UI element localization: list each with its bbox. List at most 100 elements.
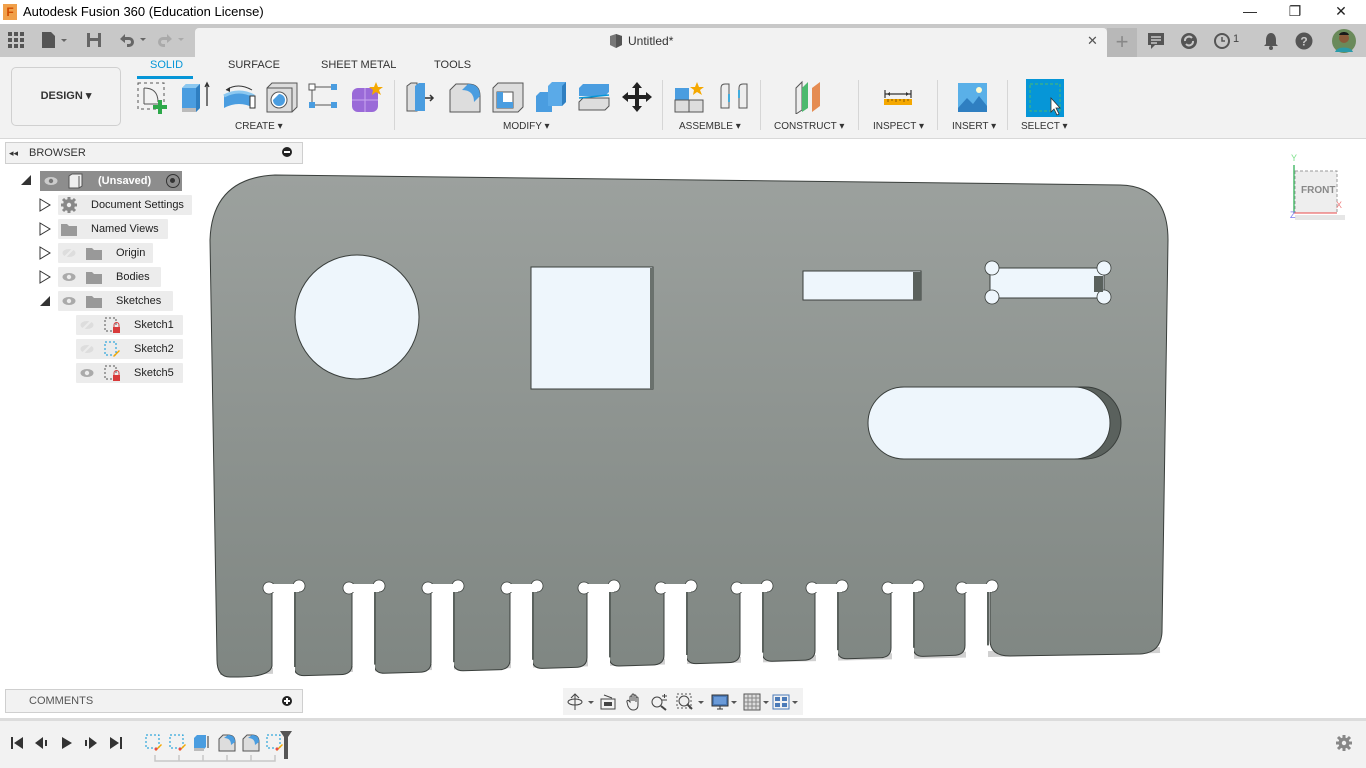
split-body-tool[interactable] xyxy=(577,80,611,114)
move-copy-tool[interactable] xyxy=(620,80,654,114)
expand-triangle-icon[interactable] xyxy=(39,222,51,239)
minimize-button[interactable]: — xyxy=(1227,0,1273,24)
file-menu-button[interactable] xyxy=(41,31,69,52)
comb-slot[interactable] xyxy=(665,590,687,671)
comb-slot[interactable] xyxy=(273,590,295,683)
sync-status-icon[interactable] xyxy=(1180,32,1198,53)
square-hole[interactable] xyxy=(530,266,654,390)
viewports-icon[interactable] xyxy=(772,693,800,714)
slot-neck[interactable] xyxy=(737,584,767,592)
comb-slot[interactable] xyxy=(816,590,838,667)
timeline-marker[interactable] xyxy=(279,730,293,763)
restore-button[interactable]: ❐ xyxy=(1272,0,1318,24)
play-button[interactable] xyxy=(60,736,74,753)
collapse-browser-icon[interactable]: ◂◂ xyxy=(9,148,18,159)
dogbone-corner[interactable] xyxy=(1096,289,1112,305)
rectangular-slot-wall[interactable] xyxy=(913,272,921,300)
tab-solid[interactable]: SOLID xyxy=(150,59,183,71)
joint-tool[interactable] xyxy=(717,80,751,114)
dogbone-corner[interactable] xyxy=(1096,260,1112,276)
3d-viewport[interactable] xyxy=(0,164,1366,685)
look-at-icon[interactable] xyxy=(599,693,617,714)
browser-minimize-icon[interactable] xyxy=(282,147,292,157)
obround-slot[interactable] xyxy=(867,386,1111,460)
expand-triangle-icon[interactable] xyxy=(39,198,51,215)
expand-triangle-icon[interactable] xyxy=(39,246,51,263)
comb-slot[interactable] xyxy=(432,590,454,679)
model-body[interactable] xyxy=(0,164,1366,685)
comments-icon[interactable] xyxy=(1147,32,1165,53)
dogbone-slot-wall[interactable] xyxy=(1094,276,1103,292)
comb-slot[interactable] xyxy=(353,590,375,681)
pan-hand-icon[interactable] xyxy=(625,693,643,714)
add-comment-icon[interactable] xyxy=(282,696,292,706)
shell-tool[interactable] xyxy=(491,80,525,114)
comb-slot[interactable] xyxy=(741,590,763,669)
slot-neck[interactable] xyxy=(507,584,537,592)
construct-group-menu[interactable]: CONSTRUCT ▾ xyxy=(774,121,844,132)
circular-hole[interactable] xyxy=(294,254,420,380)
measure-tool[interactable] xyxy=(882,80,916,114)
slot-neck[interactable] xyxy=(584,584,614,592)
eye-icon[interactable] xyxy=(80,367,94,382)
extrude-tool[interactable] xyxy=(180,80,214,114)
grid-snaps-icon[interactable] xyxy=(743,693,771,714)
timeline-settings-gear-icon[interactable] xyxy=(1336,735,1352,754)
rectangular-slot[interactable] xyxy=(802,270,922,301)
close-tab-button[interactable]: ✕ xyxy=(1087,33,1098,49)
dogbone-corner[interactable] xyxy=(984,289,1000,305)
new-tab-button[interactable]: + xyxy=(1107,28,1137,57)
eye-hidden-icon[interactable] xyxy=(62,247,76,262)
slot-neck[interactable] xyxy=(269,584,299,592)
tab-surface[interactable]: SURFACE xyxy=(228,59,280,71)
square-hole-wall[interactable] xyxy=(650,268,654,389)
slot-neck[interactable] xyxy=(888,584,918,592)
slot-neck[interactable] xyxy=(812,584,842,592)
undo-button[interactable] xyxy=(118,32,148,51)
insert-image-tool[interactable] xyxy=(956,80,990,114)
expanded-triangle-icon[interactable] xyxy=(20,174,32,189)
workspace-switcher-button[interactable]: DESIGN ▾ xyxy=(11,67,121,126)
eye-icon[interactable] xyxy=(44,175,58,190)
comb-slot[interactable] xyxy=(511,590,533,676)
select-group-menu[interactable]: SELECT ▾ xyxy=(1021,121,1068,132)
go-to-start-button[interactable] xyxy=(10,736,24,753)
slot-neck[interactable] xyxy=(428,584,458,592)
create-sketch-tool[interactable] xyxy=(136,80,170,114)
modify-group-menu[interactable]: MODIFY ▾ xyxy=(503,121,550,132)
expanded-triangle-icon[interactable] xyxy=(39,295,51,310)
revolve-tool[interactable] xyxy=(222,80,256,114)
activate-component-radio[interactable] xyxy=(166,174,180,188)
eye-icon[interactable] xyxy=(62,295,76,310)
eye-icon[interactable] xyxy=(62,271,76,286)
pattern-tool[interactable] xyxy=(307,80,341,114)
comb-slot[interactable] xyxy=(892,590,914,664)
comb-slot[interactable] xyxy=(966,590,988,662)
slot-neck[interactable] xyxy=(349,584,379,592)
combine-tool[interactable] xyxy=(534,80,568,114)
redo-button[interactable] xyxy=(158,32,188,51)
hole-tool[interactable] xyxy=(265,80,299,114)
step-back-button[interactable] xyxy=(34,736,48,753)
select-tool[interactable] xyxy=(1026,79,1064,117)
orbit-icon[interactable] xyxy=(567,693,595,714)
create-group-menu[interactable]: CREATE ▾ xyxy=(235,121,283,132)
assemble-group-menu[interactable]: ASSEMBLE ▾ xyxy=(679,121,741,132)
eye-hidden-icon[interactable] xyxy=(80,343,94,358)
comb-slot[interactable] xyxy=(588,590,610,674)
fit-window-icon[interactable] xyxy=(676,693,706,714)
offset-plane-tool[interactable] xyxy=(792,80,826,115)
slot-neck[interactable] xyxy=(661,584,691,592)
tab-tools[interactable]: TOOLS xyxy=(434,59,471,71)
apps-grid-icon[interactable] xyxy=(8,32,24,51)
help-icon[interactable]: ? xyxy=(1295,32,1313,53)
dogbone-slot[interactable] xyxy=(989,267,1105,299)
new-component-tool[interactable] xyxy=(673,80,707,114)
zoom-icon[interactable] xyxy=(650,693,668,714)
create-form-tool[interactable] xyxy=(350,80,384,114)
dogbone-corner[interactable] xyxy=(984,260,1000,276)
notifications-bell-icon[interactable] xyxy=(1262,32,1280,53)
insert-group-menu[interactable]: INSERT ▾ xyxy=(952,121,996,132)
job-status-icon[interactable] xyxy=(1213,32,1231,53)
inspect-group-menu[interactable]: INSPECT ▾ xyxy=(873,121,924,132)
